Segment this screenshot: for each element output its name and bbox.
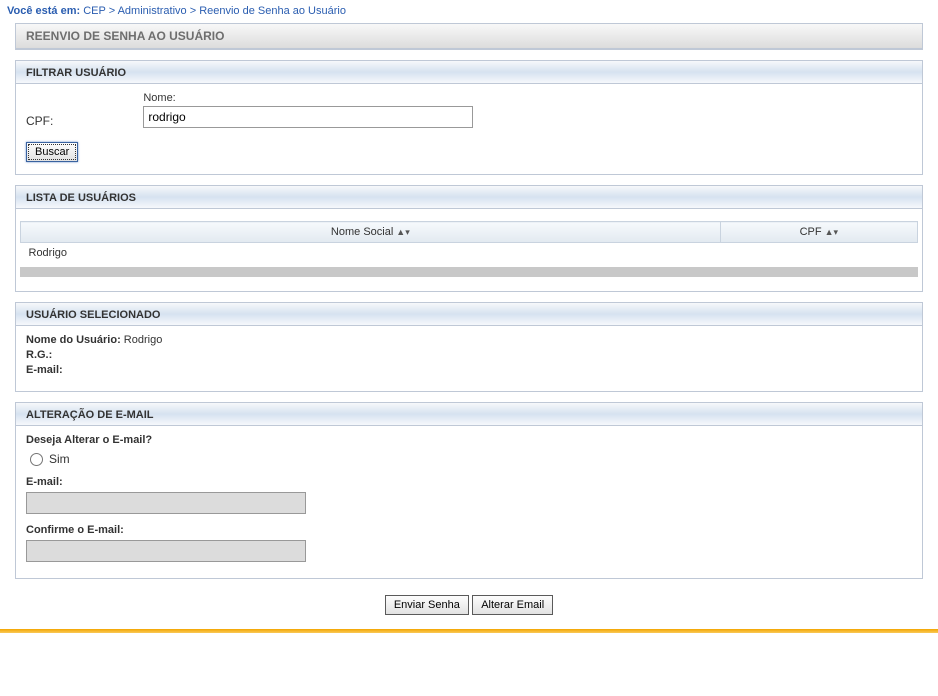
footer-divider [0, 629, 938, 633]
selected-header: USUÁRIO SELECIONADO [16, 303, 922, 326]
action-row: Enviar Senha Alterar Email [0, 589, 938, 629]
confirm-email-label: Confirme o E-mail: [26, 524, 912, 536]
breadcrumb-prefix: Você está em: [7, 5, 80, 17]
main-title: REENVIO DE SENHA AO USUÁRIO [26, 29, 224, 43]
sort-icon: ▲▾ [396, 227, 409, 237]
filter-title: FILTRAR USUÁRIO [26, 67, 126, 79]
list-panel: LISTA DE USUÁRIOS Nome Social▲▾ CPF▲▾ [15, 185, 923, 292]
selected-info: Nome do Usuário: Rodrigo R.G.: E-mail: [26, 334, 912, 376]
user-table: Nome Social▲▾ CPF▲▾ Rodrigo [20, 221, 918, 263]
col-cpf[interactable]: CPF▲▾ [720, 222, 917, 243]
alter-email-header: ALTERAÇÃO DE E-MAIL [16, 403, 922, 426]
cell-cpf [720, 243, 917, 264]
radio-sim[interactable] [30, 453, 43, 466]
col-nome[interactable]: Nome Social▲▾ [21, 222, 721, 243]
email-label: E-mail: [26, 476, 912, 488]
alter-email-title: ALTERAÇÃO DE E-MAIL [26, 409, 154, 421]
selected-nome-value: Rodrigo [124, 334, 163, 346]
col-nome-label: Nome Social [331, 226, 393, 238]
list-title: LISTA DE USUÁRIOS [26, 192, 136, 204]
selected-email-label: E-mail: [26, 364, 63, 376]
cell-nome: Rodrigo [21, 243, 721, 264]
list-header: LISTA DE USUÁRIOS [16, 186, 922, 209]
nome-label: Nome: [143, 92, 473, 104]
filter-panel: FILTRAR USUÁRIO CPF: Nome: Buscar [15, 60, 923, 175]
selected-rg-label: R.G.: [26, 349, 52, 361]
nome-input[interactable] [143, 106, 473, 128]
sort-icon: ▲▾ [825, 227, 838, 237]
main-title-header: REENVIO DE SENHA AO USUÁRIO [16, 24, 922, 49]
selected-nome-label: Nome do Usuário: [26, 334, 121, 346]
alter-email-button[interactable]: Alterar Email [472, 595, 553, 615]
breadcrumb: Você está em: CEP > Administrativo > Ree… [0, 0, 938, 23]
breadcrumb-path: CEP > Administrativo > Reenvio de Senha … [83, 5, 346, 17]
radio-sim-label: Sim [49, 452, 70, 466]
table-row[interactable]: Rodrigo [21, 243, 918, 264]
send-password-button[interactable]: Enviar Senha [385, 595, 469, 615]
confirm-email-input [26, 540, 306, 562]
cpf-label: CPF: [26, 114, 53, 128]
selected-panel: USUÁRIO SELECIONADO Nome do Usuário: Rod… [15, 302, 923, 392]
main-title-panel: REENVIO DE SENHA AO USUÁRIO [15, 23, 923, 50]
alter-email-question: Deseja Alterar o E-mail? [26, 434, 912, 446]
filter-header: FILTRAR USUÁRIO [16, 61, 922, 84]
col-cpf-label: CPF [800, 226, 822, 238]
email-input [26, 492, 306, 514]
table-footer-bar [20, 267, 918, 277]
search-button[interactable]: Buscar [26, 142, 78, 162]
alter-email-panel: ALTERAÇÃO DE E-MAIL Deseja Alterar o E-m… [15, 402, 923, 579]
selected-title: USUÁRIO SELECIONADO [26, 309, 160, 321]
